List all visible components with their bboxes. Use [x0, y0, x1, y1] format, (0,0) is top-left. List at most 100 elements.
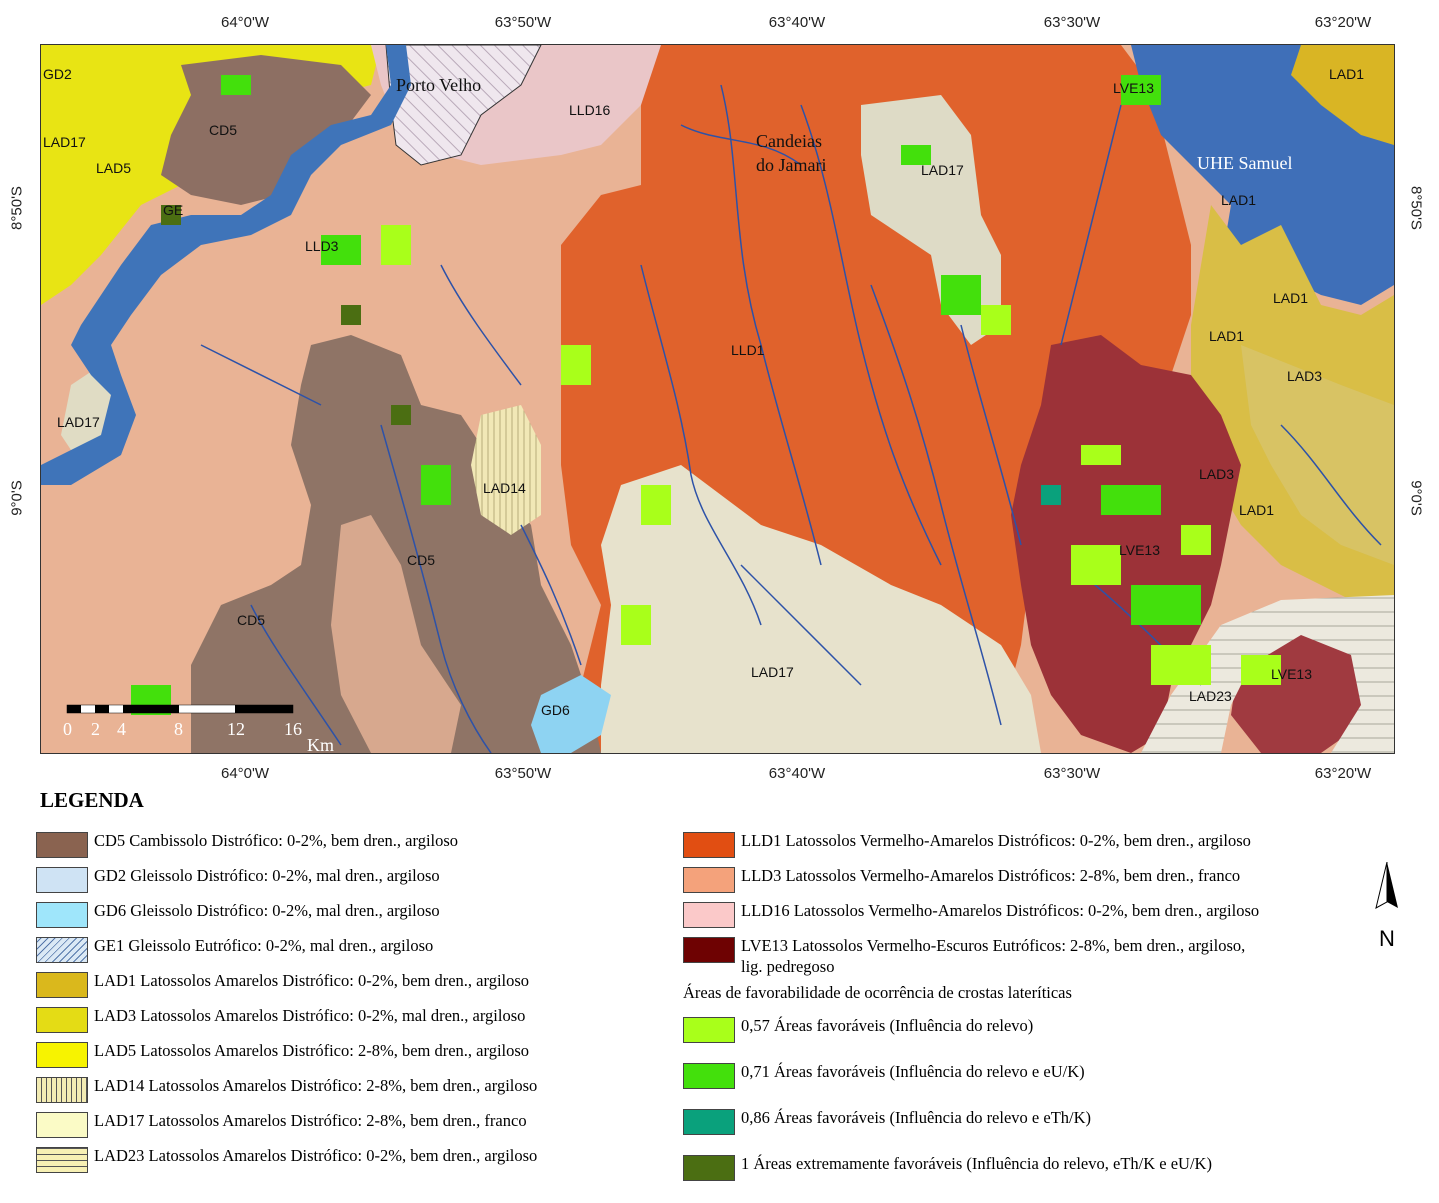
label-candeias: Candeias [756, 131, 822, 151]
coord-bottom-63-30: 63°30'W [1043, 765, 1101, 782]
legend-text-gd2: GD2 Gleissolo Distrófico: 0-2%, mal dren… [94, 866, 440, 885]
scale-tick-12: 12 [227, 719, 245, 739]
label-lad14: LAD14 [483, 480, 526, 496]
favorability-title: Áreas de favorabilidade de ocorrência de… [683, 983, 1072, 1002]
label-lad3-a: LAD3 [1287, 368, 1322, 384]
legend-swatch-lad5 [36, 1042, 88, 1068]
legend-text-lve13-line2: lig. pedregoso [741, 957, 835, 976]
coord-top-63-30: 63°30'W [1043, 14, 1101, 31]
scale-tick-2: 2 [91, 719, 100, 739]
scale-tick-8: 8 [174, 719, 183, 739]
legend-swatch-lad23 [36, 1147, 88, 1173]
label-cd5-b: CD5 [407, 552, 435, 568]
legend-text-lld1: LLD1 Latossolos Vermelho-Amarelos Distró… [741, 831, 1251, 850]
legend-left-column: CD5 Cambissolo Distrófico: 0-2%, bem dre… [36, 830, 537, 1180]
label-lad17-c: LAD17 [921, 162, 964, 178]
scale-tick-4: 4 [117, 719, 126, 739]
scale-tick-16: 16 [284, 719, 302, 739]
legend-text-f086: 0,86 Áreas favoráveis (Influência do rel… [741, 1108, 1092, 1127]
legend-text-lve13: LVE13 Latossolos Vermelho-Escuros Eutróf… [741, 935, 1245, 977]
legend-title: LEGENDA [40, 788, 144, 812]
label-lad1-a: LAD1 [1329, 66, 1364, 82]
legend-item-cd5: CD5 Cambissolo Distrófico: 0-2%, bem dre… [36, 830, 537, 865]
label-lad1-e: LAD1 [1239, 502, 1274, 518]
legend-swatch-gd2 [36, 867, 88, 893]
legend-item-lld3: LLD3 Latossolos Vermelho-Amarelos Distró… [683, 865, 1259, 900]
legend-text-gd6: GD6 Gleissolo Distrófico: 0-2%, mal dren… [94, 901, 440, 920]
label-lad3-b: LAD3 [1199, 466, 1234, 482]
legend-text-ge1: GE1 Gleissolo Eutrófico: 0-2%, mal dren.… [94, 936, 434, 955]
label-lve13-c: LVE13 [1271, 666, 1312, 682]
legend-item-lad5: LAD5 Latossolos Amarelos Distrófico: 2-8… [36, 1040, 537, 1075]
legend-item-lad3: LAD3 Latossolos Amarelos Distrófico: 0-2… [36, 1005, 537, 1040]
legend-swatch-f071 [683, 1063, 735, 1089]
legend-swatch-f057 [683, 1017, 735, 1043]
label-do-jamari: do Jamari [756, 155, 826, 175]
scale-tick-0: 0 [63, 719, 72, 739]
label-ge: GE [163, 202, 183, 218]
legend-text-lve13-line1: LVE13 Latossolos Vermelho-Escuros Eutróf… [741, 936, 1246, 955]
coord-left-8-50: 8°50'S [8, 186, 26, 230]
label-lad23: LAD23 [1189, 688, 1232, 704]
legend-item-lad17: LAD17 Latossolos Amarelos Distrófico: 2-… [36, 1110, 537, 1145]
label-lad17-a: LAD17 [43, 134, 86, 150]
legend-item-lld1: LLD1 Latossolos Vermelho-Amarelos Distró… [683, 830, 1259, 865]
label-lad17-b: LAD17 [57, 414, 100, 430]
label-lad17-d: LAD17 [751, 664, 794, 680]
legend-swatch-lld1 [683, 832, 735, 858]
legend-swatch-lld3 [683, 867, 735, 893]
legend-swatch-f1 [683, 1155, 735, 1181]
label-lld3: LLD3 [305, 238, 339, 254]
legend-text-f1: 1 Áreas extremamente favoráveis (Influên… [741, 1154, 1212, 1173]
coord-bottom-63-40: 63°40'W [768, 765, 826, 782]
label-lve13-a: LVE13 [1113, 80, 1154, 96]
legend-text-lad1: LAD1 Latossolos Amarelos Distrófico: 0-2… [94, 971, 530, 990]
legend-item-lad14: LAD14 Latossolos Amarelos Distrófico: 2-… [36, 1075, 537, 1110]
legend-text-lad5: LAD5 Latossolos Amarelos Distrófico: 2-8… [94, 1041, 530, 1060]
coord-top-64-0: 64°0'W [220, 14, 270, 31]
label-lad1-c: LAD1 [1273, 290, 1308, 306]
legend-item-lve13: LVE13 Latossolos Vermelho-Escuros Eutróf… [683, 935, 1259, 981]
legend-item-f057: 0,57 Áreas favoráveis (Influência do rel… [683, 1015, 1259, 1061]
scale-unit: Km [307, 735, 334, 753]
label-lad1-b: LAD1 [1221, 192, 1256, 208]
legend-item-gd6: GD6 Gleissolo Distrófico: 0-2%, mal dren… [36, 900, 537, 935]
coord-top-63-50: 63°50'W [494, 14, 552, 31]
legend-item-lad23: LAD23 Latossolos Amarelos Distrófico: 0-… [36, 1145, 537, 1180]
coord-top-63-40: 63°40'W [768, 14, 826, 31]
label-lld1: LLD1 [731, 342, 765, 358]
coord-bottom-64-0: 64°0'W [220, 765, 270, 782]
label-porto-velho: Porto Velho [396, 75, 481, 95]
legend-text-f071: 0,71 Áreas favoráveis (Influência do rel… [741, 1062, 1085, 1081]
legend-text-lad23: LAD23 Latossolos Amarelos Distrófico: 0-… [94, 1146, 538, 1165]
legend-text-lld16: LLD16 Latossolos Vermelho-Amarelos Distr… [741, 901, 1260, 920]
north-label: N [1379, 926, 1395, 951]
label-uhe-samuel: UHE Samuel [1197, 153, 1292, 173]
label-lad1-d: LAD1 [1209, 328, 1244, 344]
legend-item-f071: 0,71 Áreas favoráveis (Influência do rel… [683, 1061, 1259, 1107]
label-lld16: LLD16 [569, 102, 610, 118]
label-gd2: GD2 [43, 66, 72, 82]
label-cd5-a: CD5 [209, 122, 237, 138]
legend-swatch-lad3 [36, 1007, 88, 1033]
soil-map[interactable]: 0 2 4 8 12 16 Km Porto Velho Candeias do… [40, 44, 1395, 754]
legend-swatch-lad14 [36, 1077, 88, 1103]
legend-text-cd5: CD5 Cambissolo Distrófico: 0-2%, bem dre… [94, 831, 459, 850]
label-cd5-c: CD5 [237, 612, 265, 628]
coord-top-63-20: 63°20'W [1314, 14, 1372, 31]
legend-item-lld16: LLD16 Latossolos Vermelho-Amarelos Distr… [683, 900, 1259, 935]
label-lad5: LAD5 [96, 160, 131, 176]
legend-text-lld3: LLD3 Latossolos Vermelho-Amarelos Distró… [741, 866, 1241, 885]
legend-swatch-lad1 [36, 972, 88, 998]
legend-swatch-gd6 [36, 902, 88, 928]
coord-right-8-50: 8°50'S [1407, 186, 1425, 230]
legend-right-column: LLD1 Latossolos Vermelho-Amarelos Distró… [683, 830, 1259, 1188]
coord-left-9-0: 9°0'S [8, 480, 26, 516]
label-gd6: GD6 [541, 702, 570, 718]
legend-swatch-lld16 [683, 902, 735, 928]
coord-bottom-63-20: 63°20'W [1314, 765, 1372, 782]
legend-swatch-cd5 [36, 832, 88, 858]
legend-swatch-f086 [683, 1109, 735, 1135]
legend-swatch-lve13 [683, 937, 735, 963]
legend-swatch-ge1 [36, 937, 88, 963]
